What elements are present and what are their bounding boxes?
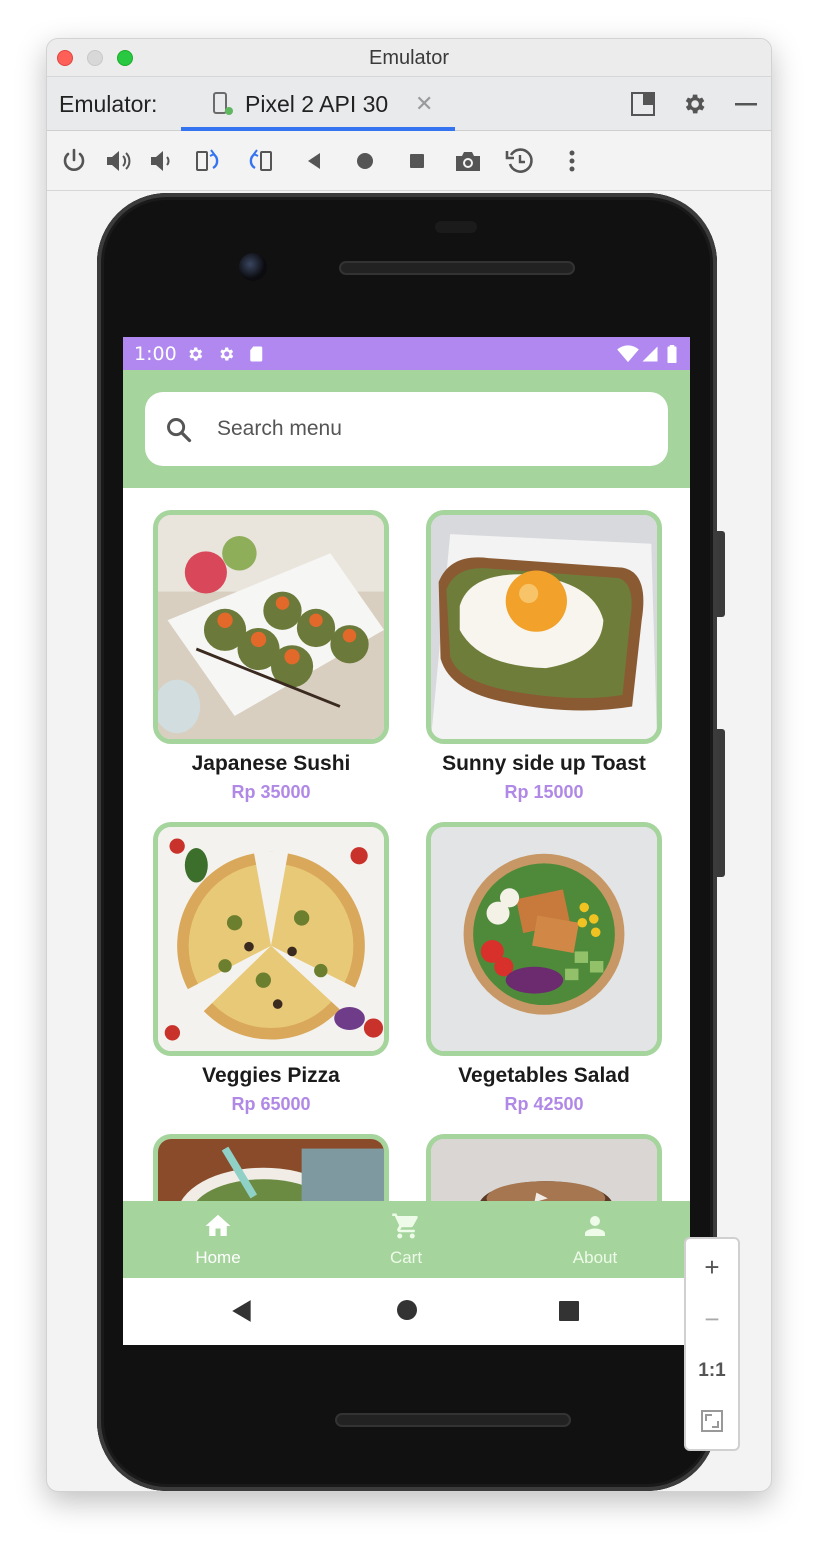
menu-item-price: Rp 15000 [504, 782, 584, 802]
menu-grid[interactable]: Japanese Sushi Rp 35000 Sunny side up To… [123, 488, 690, 1201]
cart-icon [392, 1213, 418, 1239]
back-icon[interactable] [229, 1298, 255, 1324]
nav-about-label: About [572, 1248, 618, 1267]
overview-icon[interactable] [558, 1300, 580, 1322]
tab-title: Pixel 2 API 30 [245, 91, 389, 117]
nav-about[interactable]: About [525, 1211, 665, 1268]
menu-item-name: Veggies Pizza [202, 1064, 340, 1087]
more-icon[interactable] [557, 146, 587, 176]
home-icon[interactable] [395, 1298, 419, 1322]
screenshot-icon[interactable] [453, 146, 483, 176]
nav-cart[interactable]: Cart [336, 1211, 476, 1268]
zoom-out-button[interactable]: − [686, 1293, 738, 1345]
menu-card[interactable] [426, 1134, 662, 1201]
person-icon [585, 1216, 605, 1236]
pizza-image [153, 822, 389, 1056]
title-bar: Emulator [47, 39, 771, 77]
salad-image [426, 822, 662, 1056]
device-icon [213, 92, 233, 115]
front-camera [239, 253, 267, 281]
home-icon[interactable] [350, 146, 380, 176]
menu-card[interactable]: Sunny side up Toast Rp 15000 [426, 510, 662, 803]
sensor-slot [435, 221, 477, 233]
soup-image [153, 1134, 389, 1201]
window-title: Emulator [368, 47, 450, 69]
menu-card[interactable]: Veggies Pizza Rp 65000 [153, 822, 389, 1115]
volume-up-icon[interactable] [103, 146, 133, 176]
menu-item-name: Japanese Sushi [191, 752, 351, 775]
rotate-left-icon[interactable] [193, 146, 223, 176]
phone-screen: 1:00 Search menu Japanese Sushi Rp 35000… [123, 337, 690, 1345]
menu-item-price: Rp 35000 [231, 782, 311, 802]
nav-cart-label: Cart [389, 1248, 423, 1267]
tab-pixel-2-api-30[interactable]: Pixel 2 API 30 ✕ [181, 77, 455, 131]
overview-icon[interactable] [402, 146, 432, 176]
fit-screen-icon[interactable] [700, 1409, 724, 1433]
power-side-button[interactable] [717, 531, 725, 617]
emulator-toolbar [47, 131, 771, 191]
signal-icon [642, 346, 658, 362]
menu-card[interactable]: Japanese Sushi Rp 35000 [153, 510, 389, 803]
tab-bar: Emulator: Pixel 2 API 30 ✕ [47, 77, 771, 131]
minimize-panel-icon[interactable] [733, 91, 759, 117]
status-time: 1:00 [134, 343, 177, 365]
status-bar: 1:00 [123, 337, 690, 370]
layout-icon[interactable] [630, 91, 656, 117]
menu-item-price: Rp 65000 [231, 1094, 311, 1114]
battery-icon [667, 345, 677, 363]
menu-card[interactable]: Vegetables Salad Rp 42500 [426, 822, 662, 1115]
menu-item-name: Sunny side up Toast [442, 752, 646, 775]
snapshot-icon[interactable] [505, 146, 535, 176]
bottom-navigation: Home Cart About [123, 1201, 690, 1278]
zoom-controls: + − 1:1 [684, 1237, 740, 1451]
settings-notification-icon [189, 347, 203, 361]
menu-card[interactable] [153, 1134, 389, 1201]
rotate-right-icon[interactable] [245, 146, 275, 176]
search-header: Search menu [123, 370, 690, 488]
nav-home[interactable]: Home [148, 1211, 288, 1268]
volume-down-icon[interactable] [147, 146, 177, 176]
emulator-window: Emulator Emulator: Pixel 2 API 30 ✕ 1:00… [46, 38, 772, 1492]
bottom-speaker [335, 1413, 571, 1427]
search-input[interactable]: Search menu [145, 392, 668, 466]
sushi-image [153, 510, 389, 744]
earpiece-speaker [339, 261, 575, 275]
system-navigation-bar [123, 1278, 690, 1345]
power-icon[interactable] [59, 146, 89, 176]
wifi-icon [617, 345, 639, 363]
zoom-actual-size-button[interactable]: 1:1 [686, 1345, 738, 1397]
menu-item-name: Vegetables Salad [458, 1064, 630, 1087]
zoom-in-button[interactable]: + [686, 1241, 738, 1293]
volume-side-button[interactable] [717, 729, 725, 877]
settings-notification-icon [220, 347, 234, 361]
search-icon [167, 418, 192, 443]
tab-bar-label: Emulator: [59, 91, 158, 117]
search-placeholder: Search menu [217, 417, 342, 440]
toast-image [426, 510, 662, 744]
nav-home-label: Home [195, 1248, 241, 1267]
back-icon[interactable] [299, 146, 329, 176]
sd-card-icon [250, 346, 263, 362]
gear-icon[interactable] [681, 91, 707, 117]
home-icon [205, 1214, 231, 1236]
dessert-image [426, 1134, 662, 1201]
menu-item-price: Rp 42500 [504, 1094, 584, 1114]
tab-close-icon[interactable]: ✕ [415, 91, 433, 117]
